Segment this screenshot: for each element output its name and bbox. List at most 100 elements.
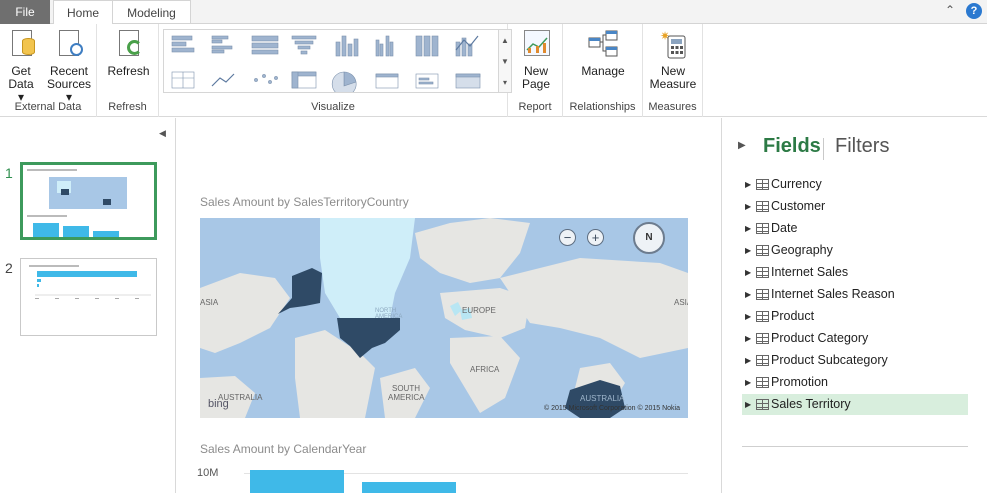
- card-icon: [375, 73, 399, 89]
- group-visualize: ▲ ▼ ▾ Visualize: [159, 24, 512, 117]
- bar-column-1[interactable]: [250, 470, 344, 493]
- expand-arrow-icon[interactable]: ▶: [745, 240, 751, 261]
- tab-home[interactable]: Home: [53, 0, 113, 25]
- page-number-2: 2: [5, 260, 13, 276]
- clustered-bar-icon: [211, 35, 233, 54]
- bar-column-2[interactable]: [362, 482, 456, 493]
- field-table-product-subcategory[interactable]: ▶ Product Subcategory: [742, 350, 968, 371]
- expand-arrow-icon[interactable]: ▶: [745, 306, 751, 327]
- pie-icon: [331, 71, 357, 92]
- fields-pane: ▶ Fields Filters ▶ Currency ▶ Customer ▶ Da…: [721, 118, 987, 493]
- group-label-measures: Measures: [648, 101, 697, 113]
- field-table-label: Internet Sales: [771, 265, 849, 279]
- tab-file[interactable]: File: [0, 0, 50, 24]
- collapse-pages-icon[interactable]: ◀: [159, 128, 166, 139]
- 100-column-icon: [415, 35, 439, 57]
- group-label-visualize: Visualize: [311, 101, 355, 113]
- help-icon[interactable]: ?: [966, 3, 982, 19]
- report-canvas: Sales Amount by SalesTerritoryCountry AS…: [177, 118, 720, 493]
- field-table-internet-sales-reason[interactable]: ▶ Internet Sales Reason: [742, 284, 968, 305]
- tab-separator: [823, 138, 824, 160]
- page-thumbnail-1[interactable]: [20, 162, 157, 240]
- table-icon: [756, 289, 769, 300]
- expand-arrow-icon[interactable]: ▶: [745, 372, 751, 393]
- group-label-report: Report: [518, 101, 552, 113]
- matrix-icon: [291, 71, 317, 89]
- tab-fields[interactable]: Fields: [763, 135, 821, 158]
- database-icon: [6, 28, 38, 62]
- field-table-internet-sales[interactable]: ▶ Internet Sales: [742, 262, 968, 283]
- map-icon: [455, 73, 481, 89]
- field-table-label: Internet Sales Reason: [771, 287, 895, 301]
- expand-arrow-icon[interactable]: ▶: [745, 262, 751, 283]
- expand-arrow-icon[interactable]: ▶: [745, 174, 751, 195]
- zoom-in-button[interactable]: +: [587, 229, 604, 246]
- field-table-date[interactable]: ▶ Date: [742, 218, 968, 239]
- field-table-label: Product Category: [771, 331, 869, 345]
- scatter-icon: [254, 74, 278, 84]
- table-icon: [756, 377, 769, 388]
- page-number-1: 1: [5, 165, 13, 181]
- visualization-icons: [171, 35, 481, 92]
- map-label-europe: EUROPE: [462, 306, 496, 315]
- field-table-product-category[interactable]: ▶ Product Category: [742, 328, 968, 349]
- expand-arrow-icon[interactable]: ▶: [745, 394, 751, 415]
- clustered-column-icon: [375, 35, 394, 57]
- bar-visual-title: Sales Amount by CalendarYear: [200, 442, 367, 456]
- table-icon: [756, 311, 769, 322]
- compass-icon[interactable]: N: [633, 222, 665, 254]
- recent-sources-button[interactable]: Recent Sources ▾: [44, 28, 94, 104]
- field-table-label: Promotion: [771, 375, 828, 389]
- new-measure-button[interactable]: ✷ New Measure: [647, 28, 699, 91]
- table-icon: [756, 333, 769, 344]
- fields-divider: [742, 446, 968, 447]
- field-table-customer[interactable]: ▶ Customer: [742, 196, 968, 217]
- field-table-label: Product: [771, 309, 815, 323]
- page-thumbnail-2[interactable]: [20, 258, 157, 336]
- chevron-up-icon[interactable]: ⌃: [945, 3, 955, 17]
- map-label-australia: AUSTRALIA: [580, 394, 625, 403]
- calculator-icon: ✷: [657, 28, 689, 62]
- line-chart-icon: [211, 73, 235, 87]
- map-label-south-america: SOUTH AMERICA: [388, 384, 425, 402]
- manage-relationships-button[interactable]: Manage: [577, 28, 629, 78]
- field-table-product[interactable]: ▶ Product: [742, 306, 968, 327]
- map-visual[interactable]: ASIA NORTH AMERICA EUROPE ASIA AFRICA SO…: [200, 218, 688, 418]
- table-icon: [756, 201, 769, 212]
- bing-logo: bing: [208, 398, 229, 410]
- map-label-asia-right: ASIA: [674, 298, 688, 307]
- group-label-relationships: Relationships: [569, 101, 636, 113]
- expand-arrow-icon[interactable]: ▶: [745, 196, 751, 217]
- get-data-button[interactable]: Get Data ▾: [6, 28, 36, 104]
- expand-arrow-icon[interactable]: ▶: [745, 328, 751, 349]
- multi-row-card-icon: [415, 73, 439, 89]
- tab-filters[interactable]: Filters: [835, 135, 889, 158]
- 100-bar-icon: [251, 35, 279, 55]
- expand-arrow-icon[interactable]: ▶: [745, 284, 751, 305]
- tab-modeling[interactable]: Modeling: [113, 0, 191, 24]
- field-table-label: Product Subcategory: [771, 353, 888, 367]
- expand-arrow-icon[interactable]: ▶: [745, 218, 751, 239]
- new-page-button[interactable]: New Page: [514, 28, 558, 91]
- field-table-currency[interactable]: ▶ Currency: [742, 174, 968, 195]
- group-report: New Page Report: [508, 24, 563, 117]
- field-table-geography[interactable]: ▶ Geography: [742, 240, 968, 261]
- group-external-data: Get Data ▾ Recent Sources ▾ External Dat…: [0, 24, 97, 117]
- map-canada: [320, 218, 415, 318]
- line-column-icon: [455, 35, 479, 57]
- stacked-column-icon: [335, 35, 359, 57]
- group-relationships: Manage Relationships: [563, 24, 643, 117]
- ribbon-tab-bar: File Home Modeling ⌃ ?: [0, 0, 987, 25]
- zoom-out-button[interactable]: −: [559, 229, 576, 246]
- field-table-sales-territory[interactable]: ▶ Sales Territory: [742, 394, 968, 415]
- map-visual-title: Sales Amount by SalesTerritoryCountry: [200, 195, 409, 209]
- bar-y-tick: 10M: [197, 467, 219, 479]
- expand-pane-icon[interactable]: ▶: [738, 140, 746, 151]
- field-table-label: Date: [771, 221, 798, 235]
- refresh-button[interactable]: Refresh: [106, 28, 151, 78]
- group-measures: ✷ New Measure Measures: [643, 24, 703, 117]
- expand-arrow-icon[interactable]: ▶: [745, 350, 751, 371]
- table-icon: [171, 71, 195, 89]
- field-table-promotion[interactable]: ▶ Promotion: [742, 372, 968, 393]
- table-icon: [756, 245, 769, 256]
